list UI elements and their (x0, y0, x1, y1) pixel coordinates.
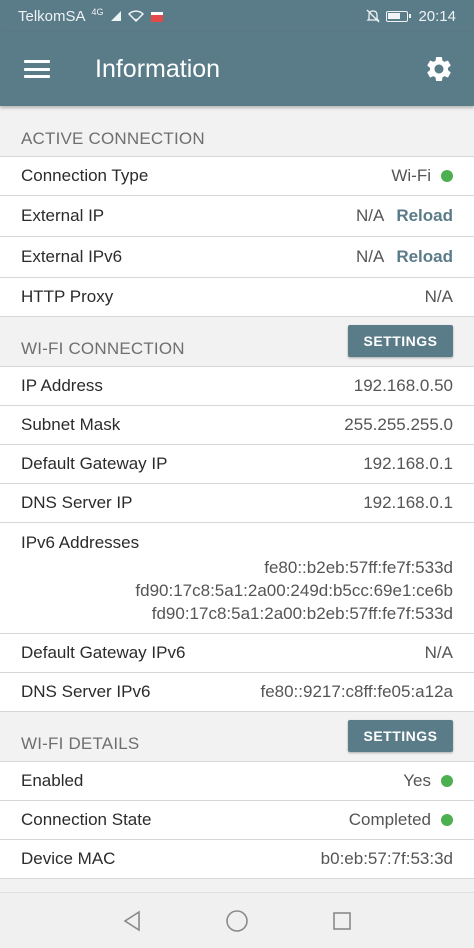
navigation-bar (0, 892, 474, 948)
page-title: Information (95, 54, 221, 83)
default-gateway-ip-row: Default Gateway IP 192.168.0.1 (0, 445, 474, 484)
dns-server-ip-row: DNS Server IP 192.168.0.1 (0, 484, 474, 523)
clock-label: 20:14 (418, 7, 456, 25)
carrier-label: TelkomSA (18, 7, 86, 25)
gear-icon[interactable] (424, 54, 454, 84)
active-connection-header: ACTIVE CONNECTION (0, 106, 474, 157)
recents-button[interactable] (327, 906, 357, 936)
row-label: DNS Server IPv6 (21, 682, 151, 701)
ip-address-value: 192.168.0.50 (353, 376, 453, 395)
external-ipv6-value: N/A (355, 247, 385, 266)
ipv6-address: fe80::b2eb:57ff:fe7f:533d (264, 558, 453, 577)
row-value: N/A Reload (356, 206, 453, 226)
wifi-connection-header: WI-FI CONNECTION SETTINGS (0, 317, 474, 367)
row-label: IPv6 Addresses (21, 533, 140, 552)
row-label: Enabled (21, 771, 84, 790)
mute-icon (366, 9, 381, 23)
dns-server-ipv6-row: DNS Server IPv6 fe80::9217:c8ff:fe05:a12… (0, 673, 474, 712)
external-ip-value: N/A (355, 206, 385, 225)
subnet-mask-value: 255.255.255.0 (344, 415, 453, 434)
section-title: WI-FI CONNECTION (21, 339, 185, 358)
menu-icon[interactable] (24, 60, 50, 78)
connection-state-row: Connection State Completed (0, 801, 474, 840)
status-right: 20:14 (366, 8, 456, 25)
app-bar: Information (0, 32, 474, 106)
row-label: Default Gateway IPv6 (21, 643, 186, 662)
home-button[interactable] (222, 906, 252, 936)
section-title: ACTIVE CONNECTION (21, 129, 205, 148)
ipv6-address: fd90:17c8:5a1:2a00:249d:b5cc:69e1:ce6b (135, 581, 453, 600)
row-label: DNS Server IP (21, 493, 133, 512)
ipv6-address: fd90:17c8:5a1:2a00:b2eb:57ff:fe7f:533d (151, 604, 453, 623)
default-gateway-ipv6-value: N/A (424, 643, 453, 662)
home-circle-icon (226, 909, 248, 932)
default-gateway-ip-value: 192.168.0.1 (363, 454, 453, 473)
device-mac-value: b0:eb:57:7f:53:3d (320, 849, 453, 868)
info-content[interactable]: ACTIVE CONNECTION Connection Type Wi-Fi … (0, 106, 474, 892)
http-proxy-value: N/A (424, 287, 453, 306)
row-label: External IP (21, 206, 105, 225)
row-label: Connection Type (21, 166, 149, 185)
status-bar: TelkomSA 4G 20:14 (0, 0, 474, 32)
section-title: WI-FI DETAILS (21, 734, 140, 753)
http-proxy-row: HTTP Proxy N/A (0, 278, 474, 317)
connection-state-value: Completed (348, 810, 431, 829)
row-label: External IPv6 (21, 247, 123, 266)
subnet-mask-row: Subnet Mask 255.255.255.0 (0, 406, 474, 445)
dns-server-ip-value: 192.168.0.1 (363, 493, 453, 512)
connection-type-value: Wi-Fi (391, 166, 431, 185)
reload-external-ip-button[interactable]: Reload (396, 206, 453, 226)
wifi-icon (127, 10, 144, 22)
default-gateway-ipv6-row: Default Gateway IPv6 N/A (0, 634, 474, 673)
row-value: N/A Reload (356, 247, 453, 267)
row-label: IP Address (21, 376, 103, 395)
status-dot-icon (441, 814, 453, 826)
row-value: Yes (403, 771, 453, 791)
ipv6-address-list: fe80::b2eb:57ff:fe7f:533d fd90:17c8:5a1:… (21, 556, 453, 625)
status-dot-icon (441, 170, 453, 182)
wifi-details-header: WI-FI DETAILS SETTINGS (0, 712, 474, 762)
back-triangle-icon (123, 910, 141, 931)
row-value: Wi-Fi (391, 166, 453, 186)
enabled-value: Yes (403, 771, 431, 790)
wifi-connection-settings-button[interactable]: SETTINGS (348, 325, 453, 357)
notification-app-icon (150, 12, 163, 22)
row-label: HTTP Proxy (21, 287, 114, 306)
row-value: Completed (349, 810, 453, 830)
status-left: TelkomSA 4G (18, 7, 164, 25)
ipv6-addresses-row: IPv6 Addresses fe80::b2eb:57ff:fe7f:533d… (0, 523, 474, 634)
dns-server-ipv6-value: fe80::9217:c8ff:fe05:a12a (260, 682, 453, 701)
device-mac-row: Device MAC b0:eb:57:7f:53:3d (0, 840, 474, 879)
row-label: Subnet Mask (21, 415, 121, 434)
network-type-label: 4G (91, 7, 104, 17)
row-label: Connection State (21, 810, 152, 829)
row-label: Device MAC (21, 849, 116, 868)
battery-icon (386, 10, 412, 22)
status-dot-icon (441, 775, 453, 787)
recents-square-icon (332, 911, 351, 930)
connection-type-row: Connection Type Wi-Fi (0, 157, 474, 196)
external-ipv6-row: External IPv6 N/A Reload (0, 237, 474, 278)
signal-icon (110, 11, 121, 21)
ip-address-row: IP Address 192.168.0.50 (0, 367, 474, 406)
back-button[interactable] (117, 906, 147, 936)
external-ip-row: External IP N/A Reload (0, 196, 474, 237)
row-label: Default Gateway IP (21, 454, 168, 473)
enabled-row: Enabled Yes (0, 762, 474, 801)
wifi-details-settings-button[interactable]: SETTINGS (348, 720, 453, 752)
reload-external-ipv6-button[interactable]: Reload (396, 247, 453, 267)
